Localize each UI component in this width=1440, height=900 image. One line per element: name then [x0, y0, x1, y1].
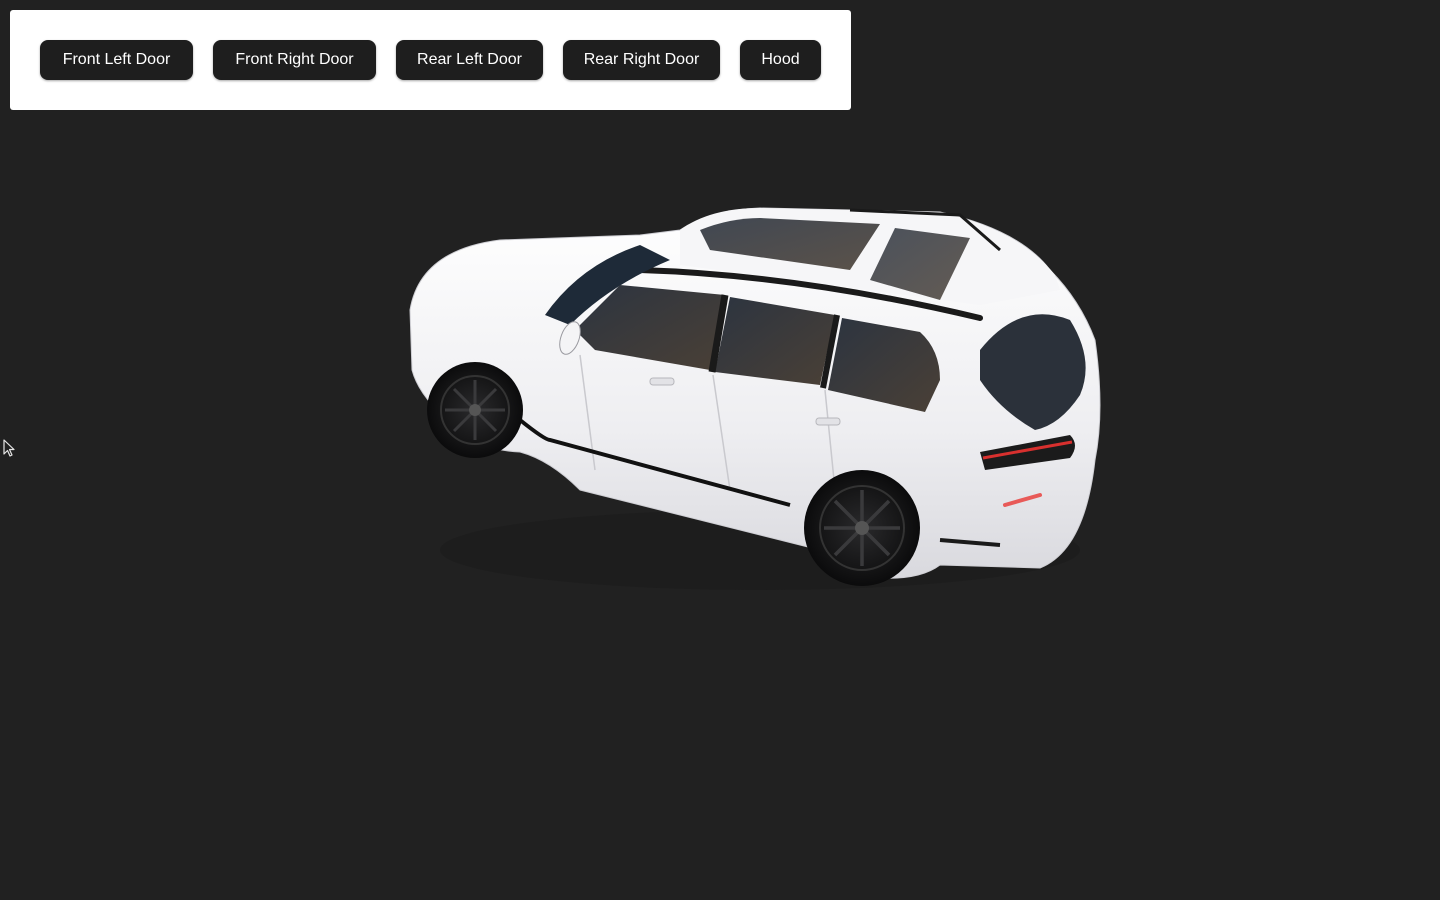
mouse-pointer-icon	[3, 439, 15, 457]
3d-viewport[interactable]: Front Left Door Front Right Door Rear Le…	[0, 0, 1440, 900]
door-controls-panel: Front Left Door Front Right Door Rear Le…	[10, 10, 851, 110]
door-handle-front	[649, 377, 675, 386]
rear-right-door-button[interactable]: Rear Right Door	[563, 40, 720, 80]
car-model[interactable]	[380, 190, 1120, 610]
rear-wheel	[804, 470, 920, 586]
rear-left-door-button[interactable]: Rear Left Door	[396, 40, 543, 80]
front-right-door-button[interactable]: Front Right Door	[213, 40, 376, 80]
hood-button[interactable]: Hood	[740, 40, 821, 80]
front-wheel	[427, 362, 523, 458]
door-handle-rear	[815, 417, 841, 426]
front-left-door-button[interactable]: Front Left Door	[40, 40, 193, 80]
